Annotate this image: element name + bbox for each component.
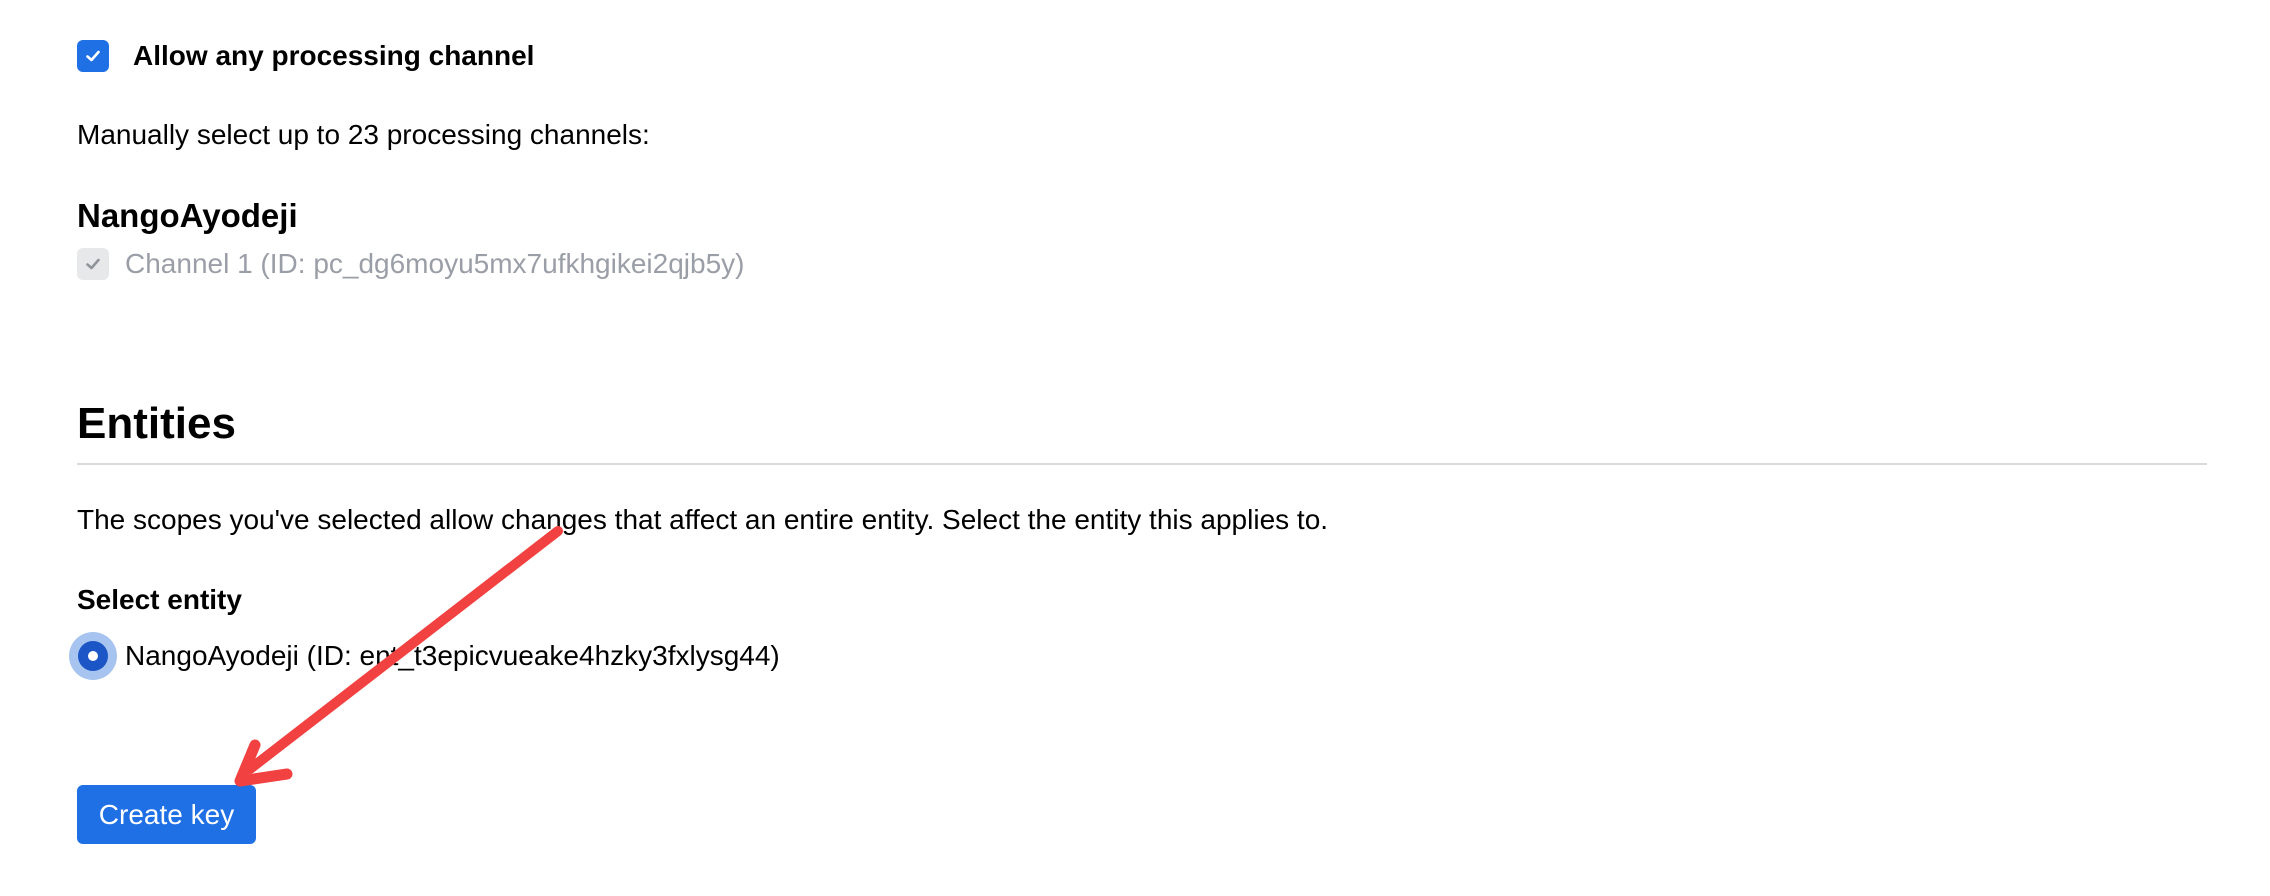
channel-group-title: NangoAyodeji — [77, 197, 298, 234]
entity-radio-fill — [78, 641, 108, 671]
allow-any-channel-label[interactable]: Allow any processing channel — [133, 38, 534, 74]
channel-1-label: Channel 1 (ID: pc_dg6moyu5mx7ufkhgikei2q… — [125, 248, 745, 279]
check-icon — [86, 50, 100, 62]
check-icon — [86, 258, 100, 270]
entity-option-label[interactable]: NangoAyodeji (ID: ent_t3epicvueake4hzky3… — [125, 638, 780, 674]
entities-section-title: Entities — [77, 399, 236, 448]
entities-description: The scopes you've selected allow changes… — [77, 504, 1329, 535]
manual-select-text: Manually select up to 23 processing chan… — [77, 119, 650, 150]
create-key-button[interactable]: Create key — [77, 785, 256, 844]
section-divider — [77, 463, 2207, 465]
entity-radio-button[interactable] — [69, 632, 117, 680]
channel-1-checkbox — [77, 248, 109, 280]
select-entity-label: Select entity — [77, 584, 242, 615]
allow-any-channel-checkbox[interactable] — [77, 40, 109, 72]
entity-radio-dot — [88, 651, 98, 661]
